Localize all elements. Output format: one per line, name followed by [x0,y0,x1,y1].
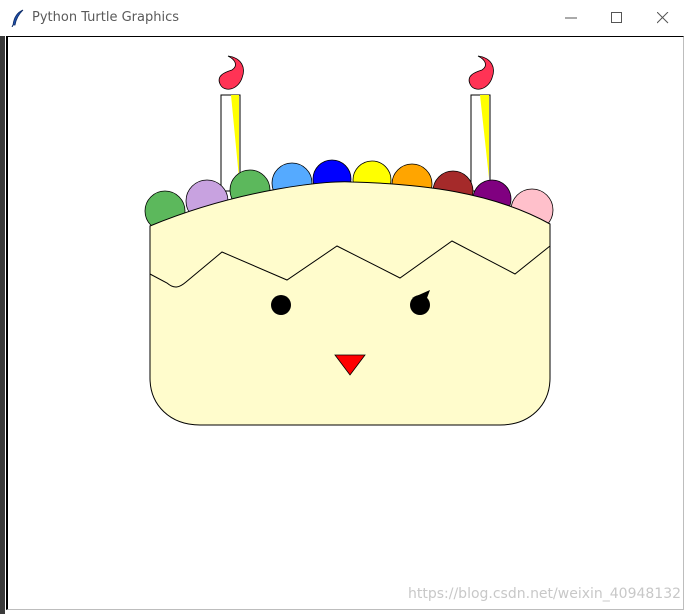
turtle-canvas[interactable] [6,36,684,610]
window-edge [0,36,5,614]
minimize-button[interactable] [548,0,594,36]
candle-right [468,55,494,192]
candle-left [218,55,244,192]
turtle-window: Python Turtle Graphics https://blog.csdn… [0,0,688,614]
watermark: https://blog.csdn.net/weixin_40948132 [408,586,682,602]
maximize-icon [611,12,622,23]
candle-left-flame [218,55,244,90]
close-button[interactable] [640,0,686,36]
candle-right-flame [468,55,494,90]
feather-icon [11,9,24,27]
cake-body [149,181,551,426]
title-bar[interactable]: Python Turtle Graphics [0,0,688,36]
close-icon [657,12,669,24]
window-title: Python Turtle Graphics [32,10,179,25]
left-eye [271,295,291,315]
cake-drawing [144,55,554,426]
maximize-button[interactable] [594,0,640,36]
minimize-icon [565,17,577,19]
